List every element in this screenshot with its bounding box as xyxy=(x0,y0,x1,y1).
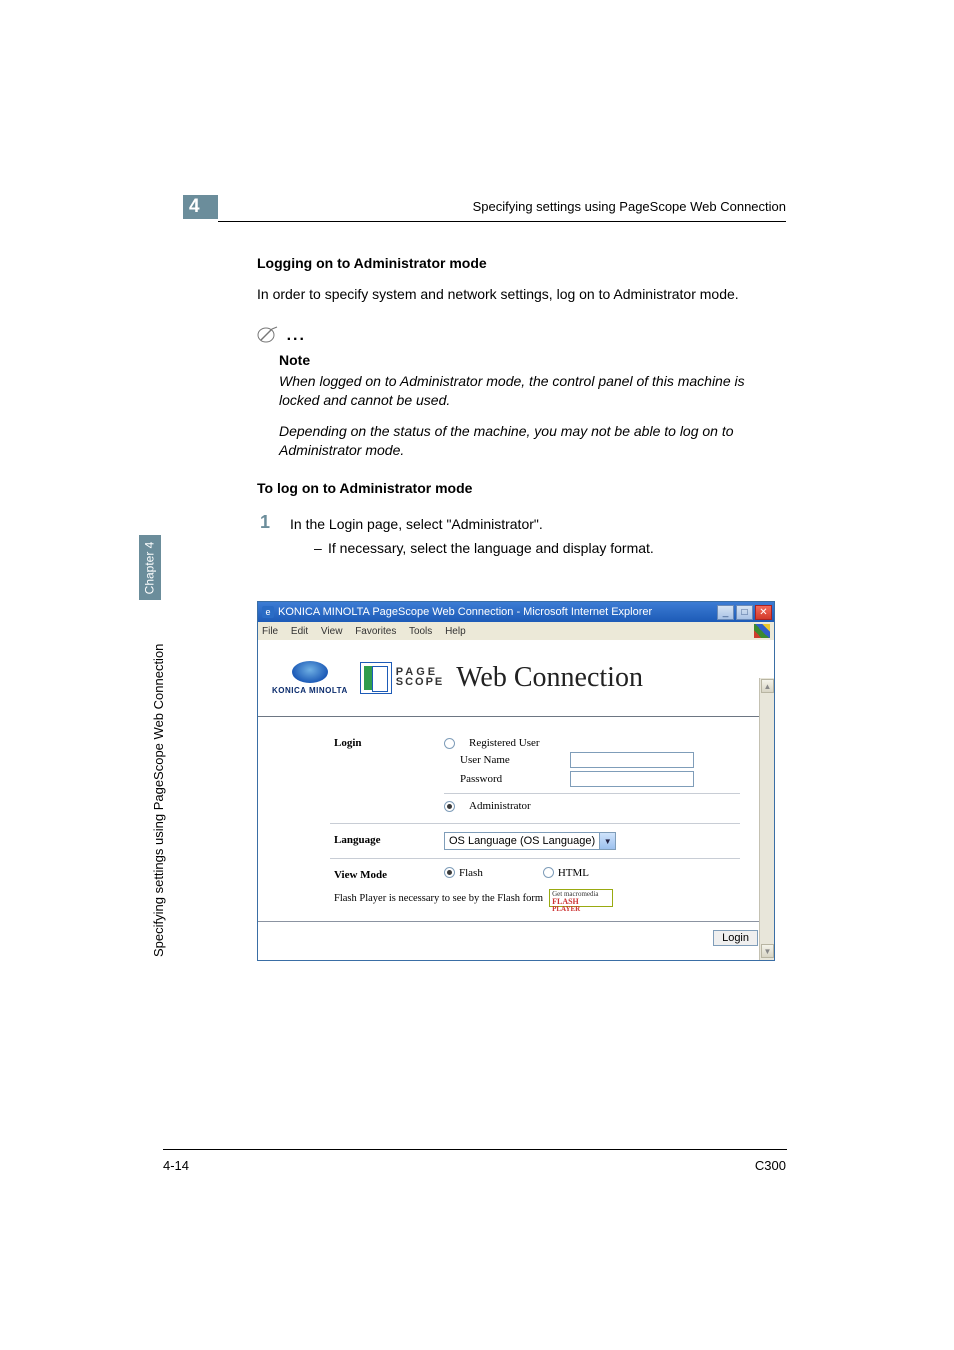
menu-file[interactable]: File xyxy=(262,626,278,637)
user-name-label: User Name xyxy=(460,754,560,766)
radio-registered-user[interactable] xyxy=(444,738,455,749)
km-brand-text: KONICA MINOLTA xyxy=(272,686,348,695)
language-select[interactable]: OS Language (OS Language) ▼ xyxy=(444,832,616,850)
ie-logo-icon xyxy=(754,624,770,638)
sidebar-tab: Chapter 4 xyxy=(139,535,161,600)
password-input[interactable] xyxy=(570,771,694,787)
page-number: 4-14 xyxy=(163,1158,189,1173)
browser-window-screenshot: e KONICA MINOLTA PageScope Web Connectio… xyxy=(257,601,775,961)
step-1-sub: –If necessary, select the language and d… xyxy=(314,540,820,556)
pagescope-text-2: SCOPE xyxy=(396,678,445,688)
flash-badge-line3: PLAYER xyxy=(552,906,610,913)
administrator-label: Administrator xyxy=(469,800,531,812)
menubar: File Edit View Favorites Tools Help xyxy=(258,622,774,640)
chevron-down-icon[interactable]: ▼ xyxy=(600,832,616,850)
note-body-2: Depending on the status of the machine, … xyxy=(279,422,787,460)
viewmode-flash-label: Flash xyxy=(459,867,483,879)
e-icon: e xyxy=(262,606,274,618)
km-oval-icon xyxy=(292,661,328,683)
model-number: C300 xyxy=(755,1158,786,1173)
section-logging-on-title: Logging on to Administrator mode xyxy=(257,255,787,271)
login-button[interactable]: Login xyxy=(713,930,758,946)
login-divider xyxy=(444,793,740,794)
flash-note-text: Flash Player is necessary to see by the … xyxy=(334,893,543,904)
sidebar-label: Specifying settings using PageScope Web … xyxy=(151,644,166,957)
row-divider-1 xyxy=(330,823,740,824)
step-number-1: 1 xyxy=(260,512,270,533)
login-label: Login xyxy=(334,735,444,749)
radio-flash[interactable] xyxy=(444,867,455,878)
menu-help[interactable]: Help xyxy=(445,626,466,637)
registered-user-label: Registered User xyxy=(469,737,540,749)
scroll-down-icon[interactable]: ▼ xyxy=(761,944,774,958)
viewmode-html-label: HTML xyxy=(558,867,589,879)
menu-tools[interactable]: Tools xyxy=(409,626,432,637)
titlebar: e KONICA MINOLTA PageScope Web Connectio… xyxy=(258,602,774,622)
chapter-marker: 4 xyxy=(183,195,218,219)
pagescope-icon xyxy=(360,662,392,694)
radio-administrator[interactable] xyxy=(444,801,455,812)
minimize-button[interactable]: _ xyxy=(717,605,734,620)
scroll-up-icon[interactable]: ▲ xyxy=(761,679,774,693)
menu-view[interactable]: View xyxy=(321,626,343,637)
running-header: Specifying settings using PageScope Web … xyxy=(473,199,786,214)
step-1-sub-text: If necessary, select the language and di… xyxy=(328,540,654,556)
user-name-input[interactable] xyxy=(570,752,694,768)
close-button[interactable]: ✕ xyxy=(755,605,772,620)
row-divider-2 xyxy=(330,858,740,859)
menu-favorites[interactable]: Favorites xyxy=(355,626,396,637)
language-label: Language xyxy=(334,832,444,846)
password-label: Password xyxy=(460,773,560,785)
maximize-button[interactable]: □ xyxy=(736,605,753,620)
menu-edit[interactable]: Edit xyxy=(291,626,308,637)
note-icon: ... xyxy=(257,326,787,350)
note-body-1: When logged on to Administrator mode, th… xyxy=(279,372,787,410)
pagescope-logo: PAGE SCOPE xyxy=(360,662,445,694)
header-rule xyxy=(218,221,786,222)
chapter-number: 4 xyxy=(189,196,200,218)
viewmode-label: View Mode xyxy=(334,867,444,881)
step-1-text: In the Login page, select "Administrator… xyxy=(290,515,820,534)
scrollbar[interactable]: ▲ ▼ xyxy=(759,678,774,960)
footer-rule xyxy=(163,1149,787,1150)
sidebar-tab-label: Chapter 4 xyxy=(142,542,156,595)
window-title: KONICA MINOLTA PageScope Web Connection … xyxy=(278,606,715,618)
konica-minolta-logo: KONICA MINOLTA xyxy=(272,661,348,695)
flash-player-badge[interactable]: Get macromedia FLASH PLAYER xyxy=(549,889,613,907)
brand-row: KONICA MINOLTA PAGE SCOPE Web Connection xyxy=(258,640,774,716)
section-logging-on-body: In order to specify system and network s… xyxy=(257,285,787,304)
radio-html[interactable] xyxy=(543,867,554,878)
note-label: Note xyxy=(279,352,787,368)
web-connection-text: Web Connection xyxy=(456,662,643,694)
section-to-log-on-title: To log on to Administrator mode xyxy=(257,480,787,496)
language-select-value: OS Language (OS Language) xyxy=(444,832,600,850)
